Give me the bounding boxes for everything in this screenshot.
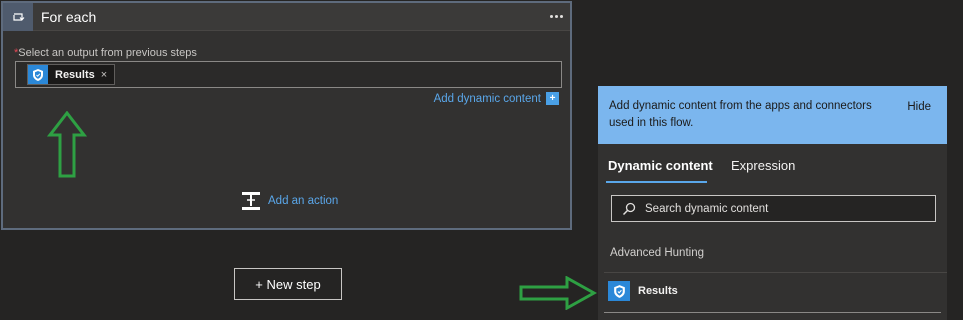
add-action-button[interactable]: Add an action: [241, 191, 338, 211]
search-box[interactable]: [611, 195, 936, 222]
field-label: *Select an output from previous steps: [14, 47, 197, 59]
add-dynamic-content-label: Add dynamic content: [433, 92, 541, 105]
card-header[interactable]: For each: [3, 2, 570, 31]
shield-icon: [28, 65, 48, 84]
loop-icon: [3, 2, 33, 31]
list-item-label: Results: [638, 285, 678, 297]
annotation-arrow-up-icon: [47, 111, 87, 178]
panel-banner: Add dynamic content from the apps and co…: [598, 86, 947, 144]
more-options-icon[interactable]: [542, 15, 570, 18]
add-dynamic-content-icon: +: [546, 92, 559, 105]
search-input[interactable]: [645, 202, 925, 215]
panel-tabs: Dynamic content Expression: [598, 144, 947, 184]
list-divider: [604, 312, 941, 313]
tab-expression[interactable]: Expression: [731, 158, 795, 173]
section-title: Advanced Hunting: [610, 247, 704, 259]
tab-dynamic-content[interactable]: Dynamic content: [608, 158, 713, 173]
token-remove-icon[interactable]: ×: [101, 69, 107, 81]
add-action-label: Add an action: [268, 195, 339, 207]
active-tab-indicator: [606, 181, 707, 183]
annotation-arrow-right-icon: [519, 276, 597, 310]
add-dynamic-content-link[interactable]: Add dynamic content +: [434, 92, 559, 105]
section-divider: [604, 272, 947, 273]
card-title: For each: [41, 8, 97, 25]
insert-action-icon: [242, 192, 260, 210]
dynamic-content-panel: Add dynamic content from the apps and co…: [598, 86, 947, 320]
list-item-results[interactable]: Results: [608, 281, 678, 301]
search-icon: [622, 202, 636, 216]
field-label-text: Select an output from previous steps: [18, 47, 197, 59]
new-step-button[interactable]: + New step: [234, 268, 342, 300]
token-label: Results: [55, 68, 95, 81]
for-each-card: For each *Select an output from previous…: [1, 1, 572, 230]
results-token[interactable]: Results ×: [27, 64, 115, 85]
output-token-field[interactable]: Results ×: [15, 61, 562, 88]
shield-icon: [608, 281, 630, 301]
banner-text: Add dynamic content from the apps and co…: [609, 100, 872, 129]
hide-button[interactable]: Hide: [907, 99, 931, 116]
